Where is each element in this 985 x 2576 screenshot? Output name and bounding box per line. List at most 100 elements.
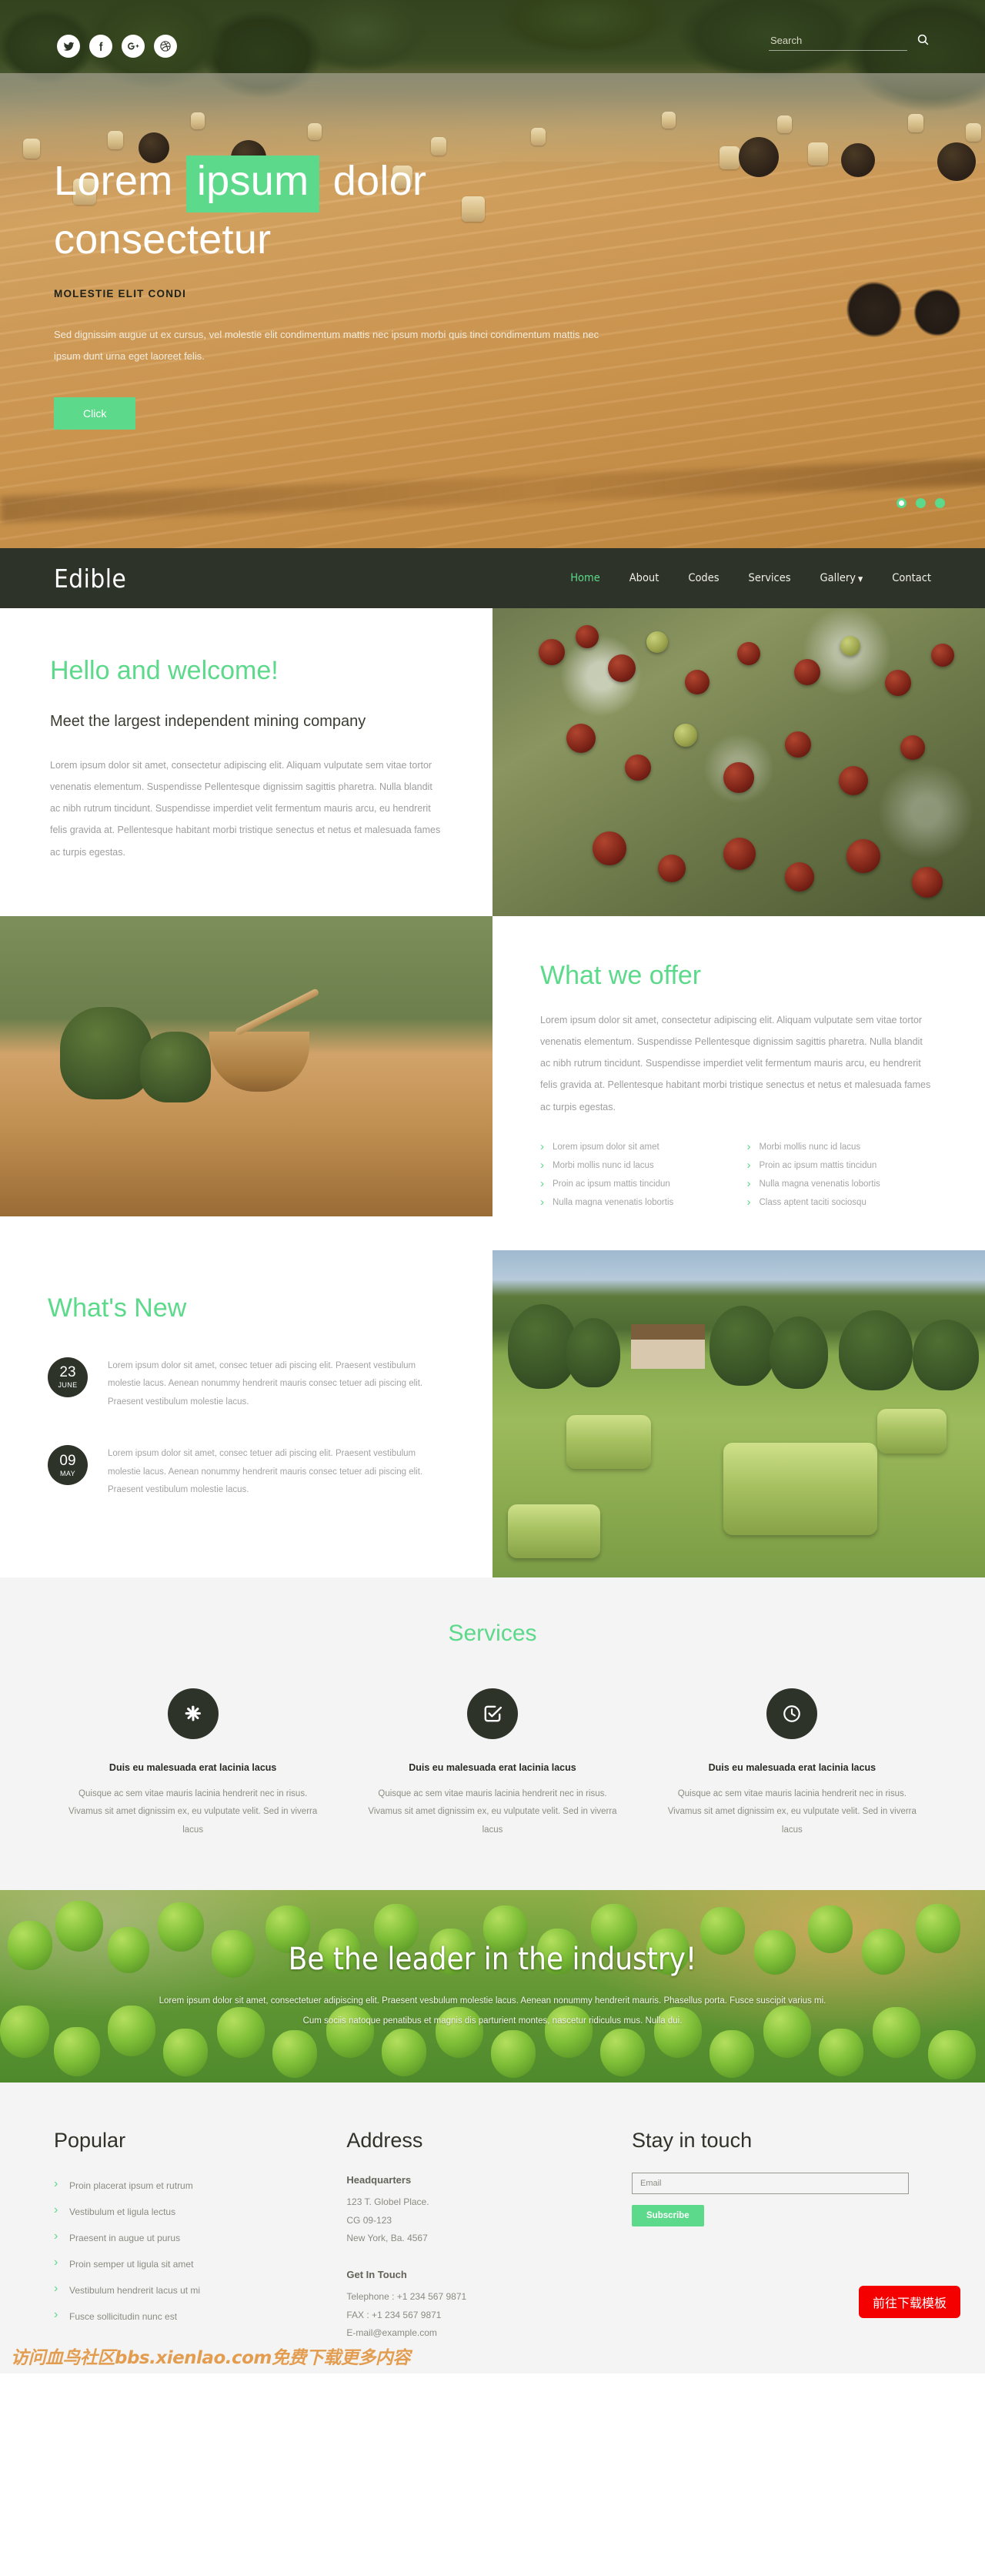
site-logo[interactable]: Edible (54, 564, 126, 594)
tree (566, 1317, 620, 1387)
broccoli-head (60, 1007, 152, 1099)
offer-lists: Lorem ipsum dolor sit amet Morbi mollis … (540, 1138, 935, 1212)
footer-popular-list: Proin placerat ipsum et rutrum Vestibulu… (54, 2173, 316, 2330)
offer-list-item[interactable]: Morbi mollis nunc id lacus (747, 1138, 936, 1156)
facebook-icon[interactable] (89, 35, 112, 58)
offer-list-item[interactable]: Nulla magna venenatis lobortis (540, 1193, 729, 1212)
welcome-heading: Hello and welcome! (50, 656, 279, 685)
offer-list-item[interactable]: Lorem ipsum dolor sit amet (540, 1138, 729, 1156)
farm-photo (492, 1250, 985, 1577)
service-text: Quisque ac sem vitae mauris lacinia hend… (368, 1788, 617, 1835)
nav-item-about[interactable]: About (629, 572, 659, 584)
nav-item-gallery[interactable]: Gallery ▼ (820, 572, 863, 584)
twitter-icon[interactable] (57, 35, 80, 58)
cherry (794, 659, 820, 685)
page-root: Lorem ipsum dolor consectetur MOLESTIE E… (0, 0, 985, 2374)
offer-list-left: Lorem ipsum dolor sit amet Morbi mollis … (540, 1138, 729, 1212)
news-month: MAY (59, 1469, 76, 1477)
pea (382, 2029, 426, 2077)
footer-link[interactable]: Proin placerat ipsum et rutrum (54, 2173, 316, 2199)
email-field[interactable] (632, 2173, 909, 2195)
hay-bale (908, 114, 923, 132)
check-square-icon[interactable] (466, 1688, 518, 1739)
cherries-photo (492, 608, 985, 916)
hero-subtitle: MOLESTIE ELIT CONDI (54, 287, 187, 299)
nav-item-home[interactable]: Home (570, 572, 600, 584)
hay-bale (431, 137, 446, 156)
offer-section: What we offer Lorem ipsum dolor sit amet… (0, 916, 985, 1250)
pea (808, 1905, 853, 1954)
address-line-2: CG 09-123 (346, 2214, 392, 2226)
cherry (625, 754, 651, 781)
subscribe-form: Subscribe (632, 2173, 931, 2227)
nav-item-services[interactable]: Services (749, 572, 791, 584)
hay-bale (720, 146, 740, 169)
search-box[interactable] (769, 32, 931, 51)
footer-link[interactable]: Proin semper ut ligula sit amet (54, 2251, 316, 2277)
offer-text-block: What we offer Lorem ipsum dolor sit amet… (492, 916, 985, 1250)
hay-roll (877, 1408, 947, 1454)
hero-title-part2: dolor (332, 158, 427, 204)
pea (272, 2030, 317, 2079)
offer-list-item[interactable]: Proin ac ipsum mattis tincidun (747, 1156, 936, 1175)
pea (108, 1927, 149, 1974)
footer-link[interactable]: Fusce sollicitudin nunc est (54, 2303, 316, 2330)
tree (770, 1316, 828, 1389)
pea (163, 2029, 208, 2077)
cherry (785, 731, 811, 758)
site-footer: Popular Proin placerat ipsum et rutrum V… (0, 2083, 985, 2374)
service-card: Duis eu malesuada erat lacinia lacus Qui… (647, 1688, 937, 1840)
pea (862, 1929, 905, 1975)
offer-list-item[interactable]: Nulla magna venenatis lobortis (747, 1175, 936, 1193)
slider-dot-3[interactable] (935, 498, 945, 508)
hero-banner: Lorem ipsum dolor consectetur MOLESTIE E… (0, 0, 985, 548)
email-line[interactable]: E-mail@example.com (346, 2324, 601, 2342)
hero-title-part1: Lorem (54, 158, 173, 204)
nav-item-contact[interactable]: Contact (892, 572, 931, 584)
hay-bale (531, 128, 546, 146)
footer-link[interactable]: Praesent in augue ut purus (54, 2225, 316, 2251)
pea (928, 2030, 976, 2080)
nav-item-codes[interactable]: Codes (688, 572, 719, 584)
slider-dot-2[interactable] (916, 498, 926, 508)
wooden-spoon (234, 988, 320, 1036)
pea (0, 2006, 49, 2059)
footer-link[interactable]: Vestibulum et ligula lectus (54, 2199, 316, 2225)
cherry (674, 724, 697, 747)
offer-list-item[interactable]: Proin ac ipsum mattis tincidun (540, 1175, 729, 1193)
cherry (576, 625, 599, 648)
services-grid: Duis eu malesuada erat lacinia lacus Qui… (0, 1688, 985, 1840)
search-input[interactable] (769, 32, 907, 51)
hero-title-line2: consectetur (54, 216, 272, 263)
cherry (785, 862, 814, 892)
hero-content: Lorem ipsum dolor consectetur MOLESTIE E… (54, 154, 669, 430)
service-title: Duis eu malesuada erat lacinia lacus (409, 1761, 576, 1773)
google-plus-icon[interactable] (122, 35, 145, 58)
cherry (539, 639, 565, 665)
hay-bale (808, 142, 828, 166)
slider-dot-1[interactable] (897, 498, 907, 508)
cherry (593, 831, 626, 865)
hay-bale (308, 123, 322, 140)
welcome-paragraph: Lorem ipsum dolor sit amet, consectetur … (50, 760, 441, 858)
download-template-button[interactable]: 前往下载模板 (858, 2285, 960, 2318)
welcome-section: Hello and welcome! Meet the largest inde… (0, 608, 985, 916)
asterisk-icon[interactable] (167, 1688, 219, 1739)
cherry (839, 766, 868, 795)
hero-click-button[interactable]: Click (54, 397, 136, 430)
service-text: Quisque ac sem vitae mauris lacinia hend… (667, 1788, 917, 1835)
news-text-block: What's New 23 JUNE Lorem ipsum dolor sit… (0, 1250, 492, 1577)
news-date-badge: 23 JUNE (48, 1357, 88, 1397)
offer-list-item[interactable]: Class aptent taciti sociosqu (747, 1193, 936, 1212)
search-icon[interactable] (915, 33, 931, 51)
service-card: Duis eu malesuada erat lacinia lacus Qui… (347, 1688, 637, 1840)
main-navbar: Edible Home About Codes Services Gallery… (0, 548, 985, 608)
footer-link[interactable]: Vestibulum hendrerit lacus ut mi (54, 2277, 316, 2303)
offer-list-item[interactable]: Morbi mollis nunc id lacus (540, 1156, 729, 1175)
subscribe-button[interactable]: Subscribe (632, 2205, 704, 2227)
dribbble-icon[interactable] (154, 35, 177, 58)
offer-heading: What we offer (540, 961, 702, 990)
telephone-line: Telephone : +1 234 567 9871 (346, 2291, 467, 2303)
service-title: Duis eu malesuada erat lacinia lacus (109, 1761, 277, 1773)
clock-icon[interactable] (766, 1688, 818, 1739)
